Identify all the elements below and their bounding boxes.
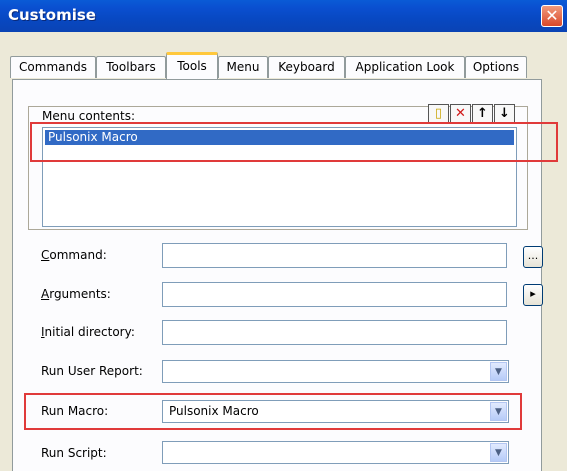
tab-label: Tools [177,59,207,73]
run-script-label: Run Script: [41,446,107,460]
run-user-report-label: Run User Report: [41,364,143,378]
move-down-button[interactable]: ↓ [494,104,515,123]
highlight-list-selection [30,122,558,162]
tab-tools[interactable]: Tools [166,52,218,79]
tab-label: Application Look [355,60,455,74]
tab-options[interactable]: Options [465,56,527,78]
tab-label: Toolbars [106,60,156,74]
move-up-icon: ↑ [477,106,488,121]
run-user-report-select[interactable]: ▼ [162,360,509,383]
arrow-right-icon: ▸ [530,287,536,300]
delete-icon: ✕ [455,106,466,121]
ellipsis-icon: ... [527,249,539,262]
tab-application-look[interactable]: Application Look [345,56,465,78]
initial-directory-input[interactable] [162,320,507,345]
highlight-run-macro [24,393,522,430]
delete-item-button[interactable]: ✕ [450,104,471,123]
run-script-select[interactable]: ▼ [162,441,509,464]
tab-keyboard[interactable]: Keyboard [268,56,345,78]
tab-label: Options [472,60,520,74]
arguments-input[interactable] [162,282,507,307]
command-browse-button[interactable]: ... [523,246,543,268]
move-down-icon: ↓ [499,106,510,121]
initial-directory-label: Initial directory: [41,325,135,339]
window-title: Customise [8,6,96,24]
tab-label: Keyboard [278,60,335,74]
new-item-icon: ▯ [434,106,443,121]
tab-menu[interactable]: Menu [218,56,268,78]
command-input[interactable] [162,243,507,268]
tab-toolbars[interactable]: Toolbars [96,56,166,78]
tab-label: Menu [226,60,260,74]
tab-label: Commands [19,60,87,74]
command-label: Command: [41,248,107,262]
move-up-button[interactable]: ↑ [472,104,493,123]
chevron-down-icon[interactable]: ▼ [490,443,507,462]
tab-commands[interactable]: Commands [10,56,96,78]
close-button[interactable]: ✕ [541,5,563,27]
arguments-menu-button[interactable]: ▸ [523,284,543,306]
arguments-label: Arguments: [41,287,111,301]
close-icon: ✕ [545,6,559,25]
new-item-button[interactable]: ▯ [428,104,449,123]
chevron-down-icon[interactable]: ▼ [490,362,507,381]
title-bar: Customise ✕ [0,0,567,32]
menu-contents-label: Menu contents: [42,109,135,123]
